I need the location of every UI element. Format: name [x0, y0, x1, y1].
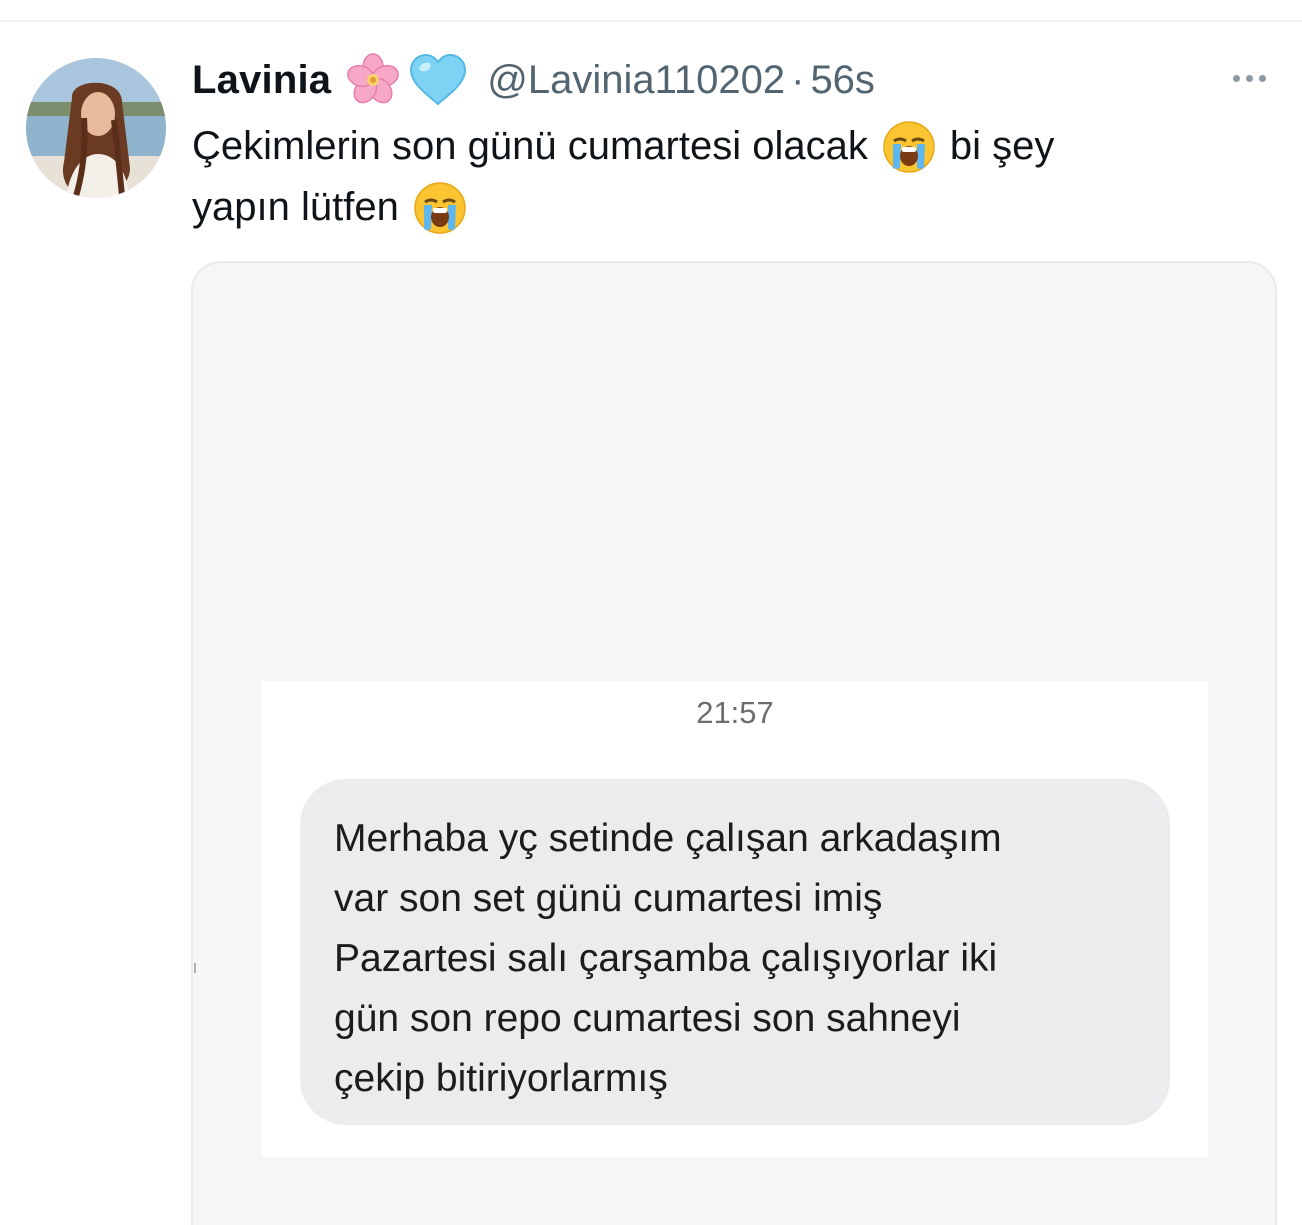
- tweet-text-segment: yapın lütfen: [192, 185, 399, 229]
- tweet-header: Lavinia @Lavinia110202 · 56s: [192, 52, 875, 108]
- tweet-text-line-2: yapın lütfen: [192, 177, 1252, 238]
- message-bubble: Merhaba yç setinde çalışan arkadaşım var…: [300, 779, 1170, 1125]
- avatar[interactable]: [26, 58, 166, 198]
- message-text: Merhaba yç setinde çalışan arkadaşım var…: [334, 809, 1154, 1109]
- message-line: var son set günü cumartesi imiş: [334, 877, 883, 920]
- light-blue-heart-icon: [409, 54, 467, 106]
- message-line: Merhaba yç setinde çalışan arkadaşım: [334, 817, 1002, 860]
- message-line: çekip bitiriyorlarmış: [334, 1057, 668, 1100]
- user-handle[interactable]: @Lavinia110202: [487, 58, 785, 103]
- tweet-text-line-1: Çekimlerin son günü cumartesi olacak bi …: [192, 116, 1252, 177]
- message-line: gün son repo cumartesi son sahneyi: [334, 997, 961, 1040]
- separator-dot: ·: [791, 57, 805, 102]
- tweet-text: Çekimlerin son günü cumartesi olacak bi …: [192, 116, 1252, 238]
- message-line: Pazartesi salı çarşamba çalışıyorlar iki: [334, 937, 998, 980]
- cherry-blossom-icon: [343, 52, 403, 108]
- tweet-media-image[interactable]: 21:57 Merhaba yç setinde çalışan arkadaş…: [191, 261, 1277, 1225]
- chat-screenshot: 21:57 Merhaba yç setinde çalışan arkadaş…: [262, 681, 1208, 1157]
- chat-timestamp: 21:57: [696, 695, 774, 730]
- display-name[interactable]: Lavinia: [192, 58, 331, 103]
- loudly-crying-face-icon: [413, 181, 467, 235]
- tweet-text-segment: bi şey: [949, 124, 1055, 168]
- tweet-screen: Lavinia @Lavinia110202 · 56s Çekimlerin …: [0, 0, 1302, 1225]
- tweet-time[interactable]: 56s: [810, 58, 875, 103]
- avatar-photo: [26, 58, 166, 198]
- loudly-crying-face-icon: [882, 120, 936, 174]
- media-edge-mark: [194, 963, 196, 973]
- top-divider: [0, 20, 1302, 22]
- tweet-text-segment: Çekimlerin son günü cumartesi olacak: [192, 124, 868, 168]
- more-options-icon[interactable]: [1222, 58, 1276, 98]
